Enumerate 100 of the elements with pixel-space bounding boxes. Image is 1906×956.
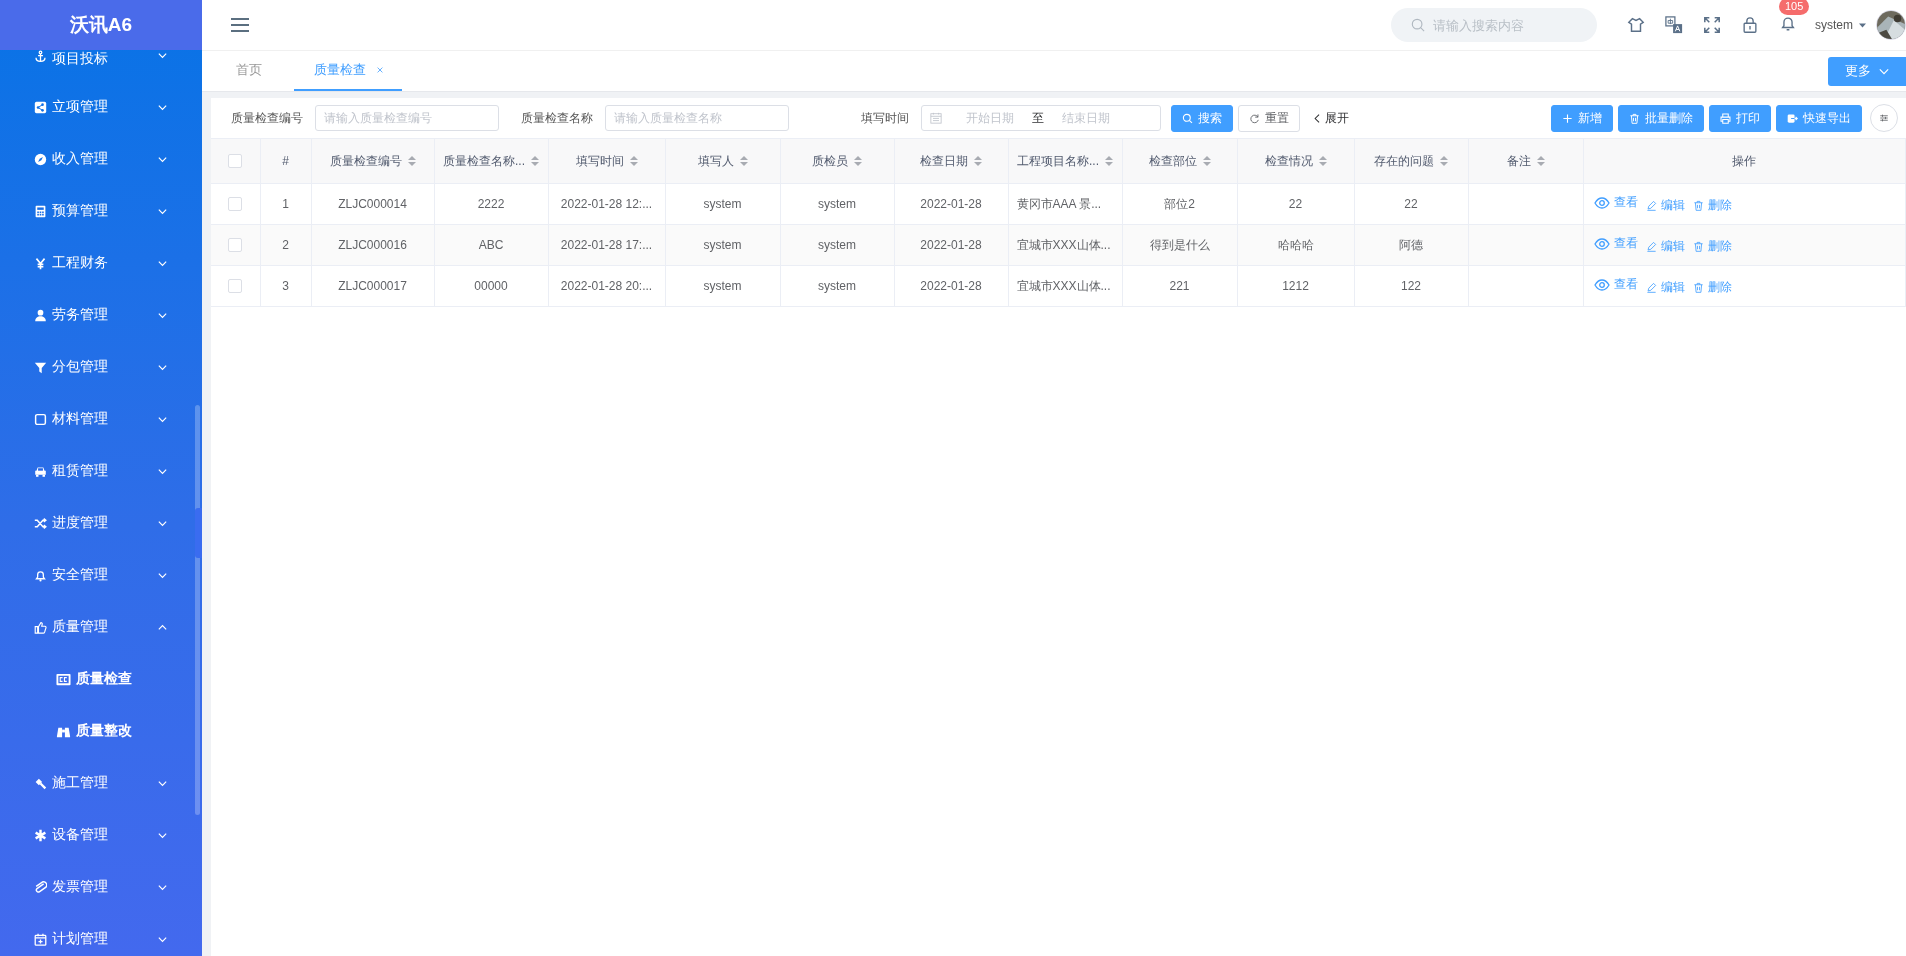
edit-link[interactable]: 编辑 [1645,278,1685,296]
search-button[interactable]: 搜索 [1171,104,1233,132]
delete-link[interactable]: 删除 [1692,237,1732,255]
column-header[interactable]: 质量检查编号 [311,138,434,184]
sidebar-item[interactable]: 质量管理 [0,601,190,653]
plus-icon [1562,112,1573,124]
sidebar-item[interactable]: 材料管理 [0,393,190,445]
table-cell: 2 [282,238,289,252]
column-header[interactable]: 质检员 [780,138,894,184]
search-icon [1182,112,1193,124]
sidebar-item[interactable]: 项目投标 [0,50,190,81]
sidebar-item[interactable]: 设备管理 [0,809,190,861]
square-icon [34,412,47,426]
sort-icon[interactable] [1536,155,1545,167]
lock-icon[interactable] [1741,16,1759,34]
table-cell: system [703,197,742,211]
row-checkbox[interactable] [228,238,243,253]
table-cell: 2022-01-28 20:... [560,279,653,293]
filter-icon [34,360,47,374]
table-cell: 1212 [1282,279,1309,293]
sort-icon[interactable] [854,155,862,167]
sidebar-item[interactable]: 立项管理 [0,81,190,133]
select-all-checkbox[interactable] [228,154,243,169]
bell-icon[interactable] [1779,14,1797,32]
user-icon [34,308,47,322]
collapse-handle[interactable] [195,508,202,558]
sidebar-item[interactable]: 计划管理 [0,913,190,956]
calendar-plus-icon [34,932,47,946]
refresh-icon [1249,112,1260,124]
column-header[interactable]: 填写时间 [548,138,665,184]
column-header[interactable]: 存在的问题 [1354,138,1468,184]
sidebar-item[interactable]: 分包管理 [0,341,190,393]
calculator-icon [34,204,47,218]
sidebar-item[interactable]: 预算管理 [0,185,190,237]
table-cell: 2022-01-28 [920,238,982,252]
row-checkbox[interactable] [228,197,243,212]
table-cell: 哈哈哈 [1277,237,1314,252]
tab[interactable]: 质量检查 [294,51,402,91]
translate-icon[interactable] [1665,16,1683,34]
share-icon [34,100,47,114]
column-settings-button[interactable] [1870,104,1898,132]
sidebar-item[interactable]: 收入管理 [0,133,190,185]
sort-icon[interactable] [629,155,638,167]
sidebar-subitem[interactable]: 质量整改 [0,705,190,757]
more-button[interactable]: 更多 [1828,56,1906,86]
sidebar-item[interactable]: 劳务管理 [0,289,190,341]
avatar[interactable] [1876,10,1906,40]
sort-icon[interactable] [739,155,748,167]
add-button[interactable]: 新增 [1551,104,1613,132]
notification-badge: 105 [1779,0,1810,15]
view-link[interactable]: 查看 [1593,276,1638,294]
table-cell: 122 [1401,279,1421,293]
delete-link[interactable]: 删除 [1692,278,1732,296]
table-cell: ZLJC000017 [338,279,407,293]
sort-icon[interactable] [407,155,416,167]
sort-icon[interactable] [1318,155,1327,167]
sidebar-item[interactable]: 租赁管理 [0,445,190,497]
shirt-icon[interactable] [1627,16,1645,34]
sort-icon[interactable] [1440,155,1448,167]
sort-icon[interactable] [1202,155,1211,167]
edit-link[interactable]: 编辑 [1645,237,1685,255]
sidebar-item[interactable]: 安全管理 [0,549,190,601]
view-link[interactable]: 查看 [1593,235,1638,253]
close-icon[interactable] [376,66,384,74]
sidebar-item[interactable]: 进度管理 [0,497,190,549]
sort-icon[interactable] [531,155,539,167]
view-link[interactable]: 查看 [1593,194,1638,212]
column-header[interactable]: # [260,138,311,184]
user-menu[interactable]: system [1815,18,1853,32]
tab[interactable]: 首页 [216,51,282,91]
table-cell: 3 [282,279,289,293]
expand-link[interactable]: 展开 [1312,109,1349,127]
export-button[interactable]: 快速导出 [1776,104,1862,132]
eye-icon [1593,194,1610,211]
row-checkbox[interactable] [228,279,243,294]
delete-link[interactable]: 删除 [1692,196,1732,214]
reset-button[interactable]: 重置 [1238,104,1300,132]
column-header[interactable]: 检查情况 [1237,138,1354,184]
edit-link[interactable]: 编辑 [1645,196,1685,214]
column-header[interactable]: 质量检查名称... [434,138,548,184]
menu-icon[interactable] [230,17,250,33]
print-button[interactable]: 打印 [1709,104,1771,132]
sort-icon[interactable] [1105,155,1113,167]
column-header[interactable]: 检查部位 [1122,138,1237,184]
table-cell: 部位2 [1164,196,1195,211]
delete-button[interactable]: 批量删除 [1618,104,1704,132]
column-header[interactable]: 操作 [1583,138,1906,184]
sidebar-item[interactable]: 工程财务 [0,237,190,289]
column-header[interactable]: 工程项目名称... [1008,138,1122,184]
date-range-field[interactable]: 开始日期 至 结束日期 [921,105,1161,131]
column-header[interactable]: 填写人 [665,138,780,184]
fullscreen-icon[interactable] [1703,16,1721,34]
sort-icon[interactable] [974,155,982,167]
sidebar-item[interactable]: 发票管理 [0,861,190,913]
trash-icon [1692,240,1704,252]
column-header[interactable]: 备注 [1468,138,1583,184]
sidebar-item[interactable]: 施工管理 [0,757,190,809]
sidebar-subitem[interactable]: 质量检查 [0,653,190,705]
column-header[interactable]: 检查日期 [894,138,1008,184]
table-cell: 00000 [474,279,508,293]
